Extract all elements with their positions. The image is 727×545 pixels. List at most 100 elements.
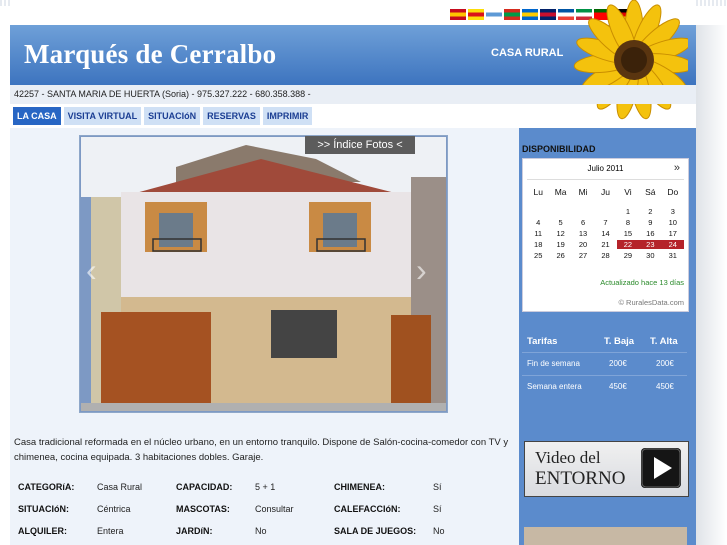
calendar-day[interactable]: 8 xyxy=(617,218,639,227)
video-title-line2: ENTORNO xyxy=(535,468,626,489)
fact-value: Sí xyxy=(433,482,442,492)
calendar-day[interactable]: 4 xyxy=(527,218,549,227)
nav-visita-virtual[interactable]: VISITA VIRTUAL xyxy=(63,107,142,125)
rates-header-cell: T. Alta xyxy=(650,336,678,347)
spanish-flag-icon[interactable] xyxy=(450,9,466,20)
sunflower-logo xyxy=(573,0,688,120)
main-nav: LA CASA VISITA VIRTUAL SITUACIóN RESERVA… xyxy=(13,107,313,125)
catalan-flag-icon[interactable] xyxy=(468,9,484,20)
fact-key: JARDíN: xyxy=(176,526,213,536)
rates-row: Semana entera 450€ 450€ xyxy=(522,375,687,398)
calendar-divider xyxy=(527,179,684,180)
fact-value: Sí xyxy=(433,504,442,514)
calendar-day[interactable]: 31 xyxy=(662,251,684,260)
calendar-day[interactable]: 1 xyxy=(617,207,639,216)
calendar-day[interactable]: 18 xyxy=(527,240,549,249)
site-title[interactable]: Marqués de Cerralbo xyxy=(24,39,276,70)
photo-index-button[interactable]: >> Índice Fotos < xyxy=(305,136,415,154)
calendar-day[interactable]: 30 xyxy=(639,251,661,260)
fact-key: SITUACIóN: xyxy=(18,504,69,514)
uk-flag-icon[interactable] xyxy=(540,9,556,20)
fact-key: SALA DE JUEGOS: xyxy=(334,526,417,536)
fact-key: CATEGORíA: xyxy=(18,482,75,492)
rates-cell: 200€ xyxy=(656,359,674,368)
nav-reservas[interactable]: RESERVAS xyxy=(203,107,260,125)
calendar-weekday: Ju xyxy=(601,187,610,197)
calendar-day[interactable]: 15 xyxy=(617,229,639,238)
calendar-day[interactable]: 5 xyxy=(549,218,571,227)
house-photo[interactable] xyxy=(81,137,446,411)
calendar-weekday: Ma xyxy=(554,187,567,197)
facts-row: CATEGORíA: Casa Rural CAPACIDAD: 5 + 1 C… xyxy=(14,478,514,500)
rates-header-cell: T. Baja xyxy=(604,336,635,347)
calendar-day[interactable]: 23 xyxy=(639,240,662,249)
galician-flag-icon[interactable] xyxy=(486,9,502,20)
next-photo-arrow-icon[interactable]: › xyxy=(416,254,442,288)
calendar-day[interactable]: 16 xyxy=(639,229,661,238)
video-entorno-banner[interactable]: Video del ENTORNO xyxy=(524,441,689,497)
rates-cell: Semana entera xyxy=(527,382,582,391)
page-shadow xyxy=(696,25,727,545)
photo-thumbnails[interactable] xyxy=(524,527,687,545)
prev-photo-arrow-icon[interactable]: ‹ xyxy=(86,254,112,288)
fact-key: ALQUILER: xyxy=(18,526,67,536)
calendar-day[interactable]: 3 xyxy=(662,207,684,216)
calendar-day[interactable]: 13 xyxy=(572,229,594,238)
facts-table: CATEGORíA: Casa Rural CAPACIDAD: 5 + 1 C… xyxy=(14,478,514,544)
calendar-day[interactable]: 24 xyxy=(661,240,684,249)
calendar-day[interactable]: 26 xyxy=(549,251,571,260)
fact-key: MASCOTAS: xyxy=(176,504,230,514)
house-photo-frame xyxy=(79,135,448,413)
calendar-day[interactable]: 20 xyxy=(572,240,594,249)
calendar-day[interactable]: 28 xyxy=(594,251,616,260)
nav-imprimir[interactable]: IMPRIMIR xyxy=(262,107,313,125)
nav-la-casa[interactable]: LA CASA xyxy=(13,107,61,125)
fact-value: 5 + 1 xyxy=(255,482,276,492)
fact-value: No xyxy=(433,526,445,536)
nav-situacion[interactable]: SITUACIóN xyxy=(144,107,201,125)
calendar-empty-cell xyxy=(594,207,616,216)
rates-table: Tarifas T. Baja T. Alta Fin de semana 20… xyxy=(522,330,687,398)
fact-value: Casa Rural xyxy=(97,482,143,492)
video-title-line1: Video del xyxy=(535,448,601,467)
calendar-day[interactable]: 12 xyxy=(549,229,571,238)
fact-value: No xyxy=(255,526,267,536)
fact-key: CALEFACCIóN: xyxy=(334,504,401,514)
fact-key: CAPACIDAD: xyxy=(176,482,233,492)
play-icon[interactable] xyxy=(641,448,681,488)
rates-header-cell: Tarifas xyxy=(527,336,558,347)
calendar-day[interactable]: 10 xyxy=(662,218,684,227)
rates-cell: Fin de semana xyxy=(527,359,580,368)
contact-address: 42257 - SANTA MARIA DE HUERTA (Soria) - … xyxy=(10,85,696,104)
basque-flag-icon[interactable] xyxy=(504,9,520,20)
calendar-day[interactable]: 27 xyxy=(572,251,594,260)
rates-row: Fin de semana 200€ 200€ xyxy=(522,352,687,375)
calendar-weekday: Do xyxy=(667,187,679,197)
calendar-day[interactable]: 25 xyxy=(527,251,549,260)
calendar-day[interactable]: 9 xyxy=(639,218,661,227)
facts-row: ALQUILER: Entera JARDíN: No SALA DE JUEG… xyxy=(14,522,514,544)
calendar-day[interactable]: 6 xyxy=(572,218,594,227)
calendar-day[interactable]: 21 xyxy=(594,240,616,249)
next-month-icon[interactable]: » xyxy=(674,162,680,174)
calendar-day[interactable]: 17 xyxy=(662,229,684,238)
asturian-flag-icon[interactable] xyxy=(522,9,538,20)
rates-cell: 450€ xyxy=(656,382,674,391)
calendar-month: Julio 2011 xyxy=(587,164,624,173)
calendar-weekday: Sá xyxy=(645,187,656,197)
availability-calendar: Julio 2011 » Lu Ma Mi Ju Vi Sá Do 1 2 3 4 5 6 7 8 9 10 11… xyxy=(522,158,689,312)
rates-cell: 450€ xyxy=(609,382,627,391)
availability-title: DISPONIBILIDAD xyxy=(522,144,596,154)
calendar-empty-cell xyxy=(572,207,594,216)
calendar-day[interactable]: 29 xyxy=(617,251,639,260)
rates-cell: 200€ xyxy=(609,359,627,368)
calendar-day[interactable]: 11 xyxy=(527,229,549,238)
calendar-day[interactable]: 2 xyxy=(639,207,661,216)
facts-row: SITUACIóN: Céntrica MASCOTAS: Consultar … xyxy=(14,500,514,522)
calendar-day[interactable]: 7 xyxy=(594,218,616,227)
calendar-day[interactable]: 19 xyxy=(549,240,571,249)
calendar-day[interactable]: 22 xyxy=(616,240,640,249)
site-tagline: CASA RURAL xyxy=(491,47,564,59)
calendar-day[interactable]: 14 xyxy=(594,229,616,238)
calendar-credit[interactable]: © RuralesData.com xyxy=(523,298,684,307)
